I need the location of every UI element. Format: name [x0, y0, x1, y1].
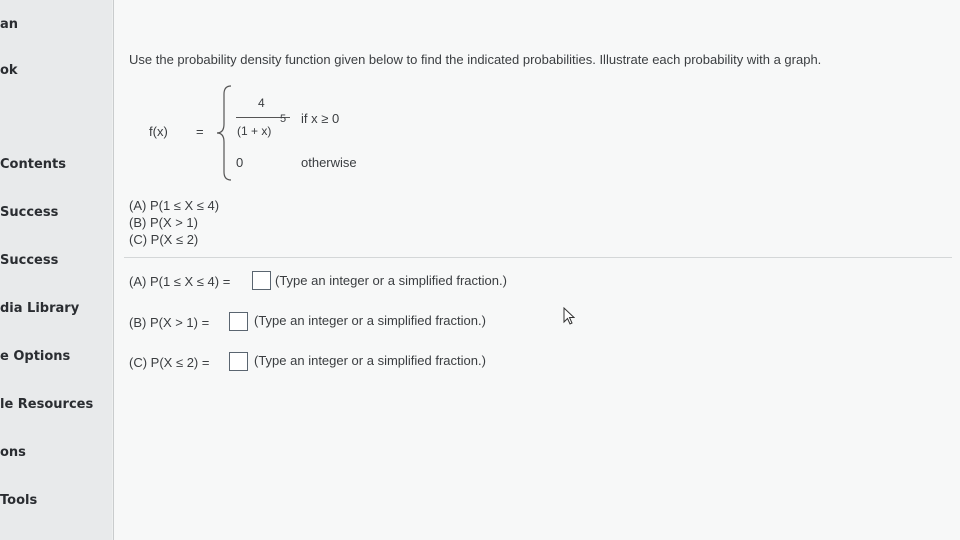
sidebar-item-contents[interactable]: Contents	[0, 150, 112, 180]
sidebar-item-label: e Options	[0, 349, 71, 364]
brace-icon	[216, 85, 232, 181]
sidebar-item-label: Contents	[0, 157, 66, 172]
answer-b-hint: (Type an integer or a simplified fractio…	[254, 313, 486, 328]
answer-c-input[interactable]	[229, 352, 248, 371]
sidebar-item-label: ok	[0, 63, 18, 78]
sidebar-item-ons[interactable]: ons	[0, 438, 112, 468]
sidebar-item-label: le Resources	[0, 397, 94, 412]
answer-a-input[interactable]	[252, 271, 271, 290]
sidebar-item-book[interactable]: ok	[0, 56, 112, 86]
question-panel: Use the probability density function giv…	[113, 0, 960, 540]
answer-c-label: (C) P(X ≤ 2) =	[129, 355, 210, 370]
cursor-icon	[563, 307, 575, 325]
answer-b-label: (B) P(X > 1) =	[129, 315, 210, 330]
sidebar-item-label: ons	[0, 445, 26, 460]
function-condition-1: if x ≥ 0	[301, 111, 340, 126]
sidebar-item-tools[interactable]: Tools	[0, 486, 112, 516]
function-exponent: 5	[280, 113, 287, 125]
sidebar-item-label: Tools	[0, 493, 38, 508]
function-lhs: f(x)	[149, 124, 168, 139]
sidebar-item-success-1[interactable]: Success	[0, 198, 112, 228]
answer-a-hint: (Type an integer or a simplified fractio…	[275, 273, 507, 288]
sidebar-item-plan[interactable]: an	[0, 10, 112, 40]
sidebar-item-success-2[interactable]: Success	[0, 246, 112, 276]
sidebar-item-label: an	[0, 17, 19, 32]
function-numerator: 4	[258, 96, 265, 110]
part-c: (C) P(X ≤ 2)	[129, 232, 199, 247]
sidebar-item-label: dia Library	[0, 301, 80, 316]
answer-c-hint: (Type an integer or a simplified fractio…	[254, 353, 486, 368]
function-denominator: (1 + x)	[237, 124, 272, 138]
sidebar-item-media-library[interactable]: dia Library	[0, 294, 112, 324]
function-condition-2: otherwise	[301, 155, 357, 170]
sidebar-item-label: Success	[0, 205, 59, 220]
sidebar: an ok Contents Success Success dia Libra…	[0, 0, 112, 540]
divider	[124, 257, 952, 258]
function-equals: =	[196, 124, 204, 139]
sidebar-item-resources[interactable]: le Resources	[0, 390, 112, 420]
answer-b-input[interactable]	[229, 312, 248, 331]
sidebar-item-options[interactable]: e Options	[0, 342, 112, 372]
question-instruction: Use the probability density function giv…	[129, 52, 822, 67]
part-b: (B) P(X > 1)	[129, 215, 198, 230]
sidebar-item-label: Success	[0, 253, 59, 268]
function-value-2: 0	[236, 155, 244, 170]
answer-a-label: (A) P(1 ≤ X ≤ 4) =	[129, 274, 231, 289]
part-a: (A) P(1 ≤ X ≤ 4)	[129, 198, 220, 213]
